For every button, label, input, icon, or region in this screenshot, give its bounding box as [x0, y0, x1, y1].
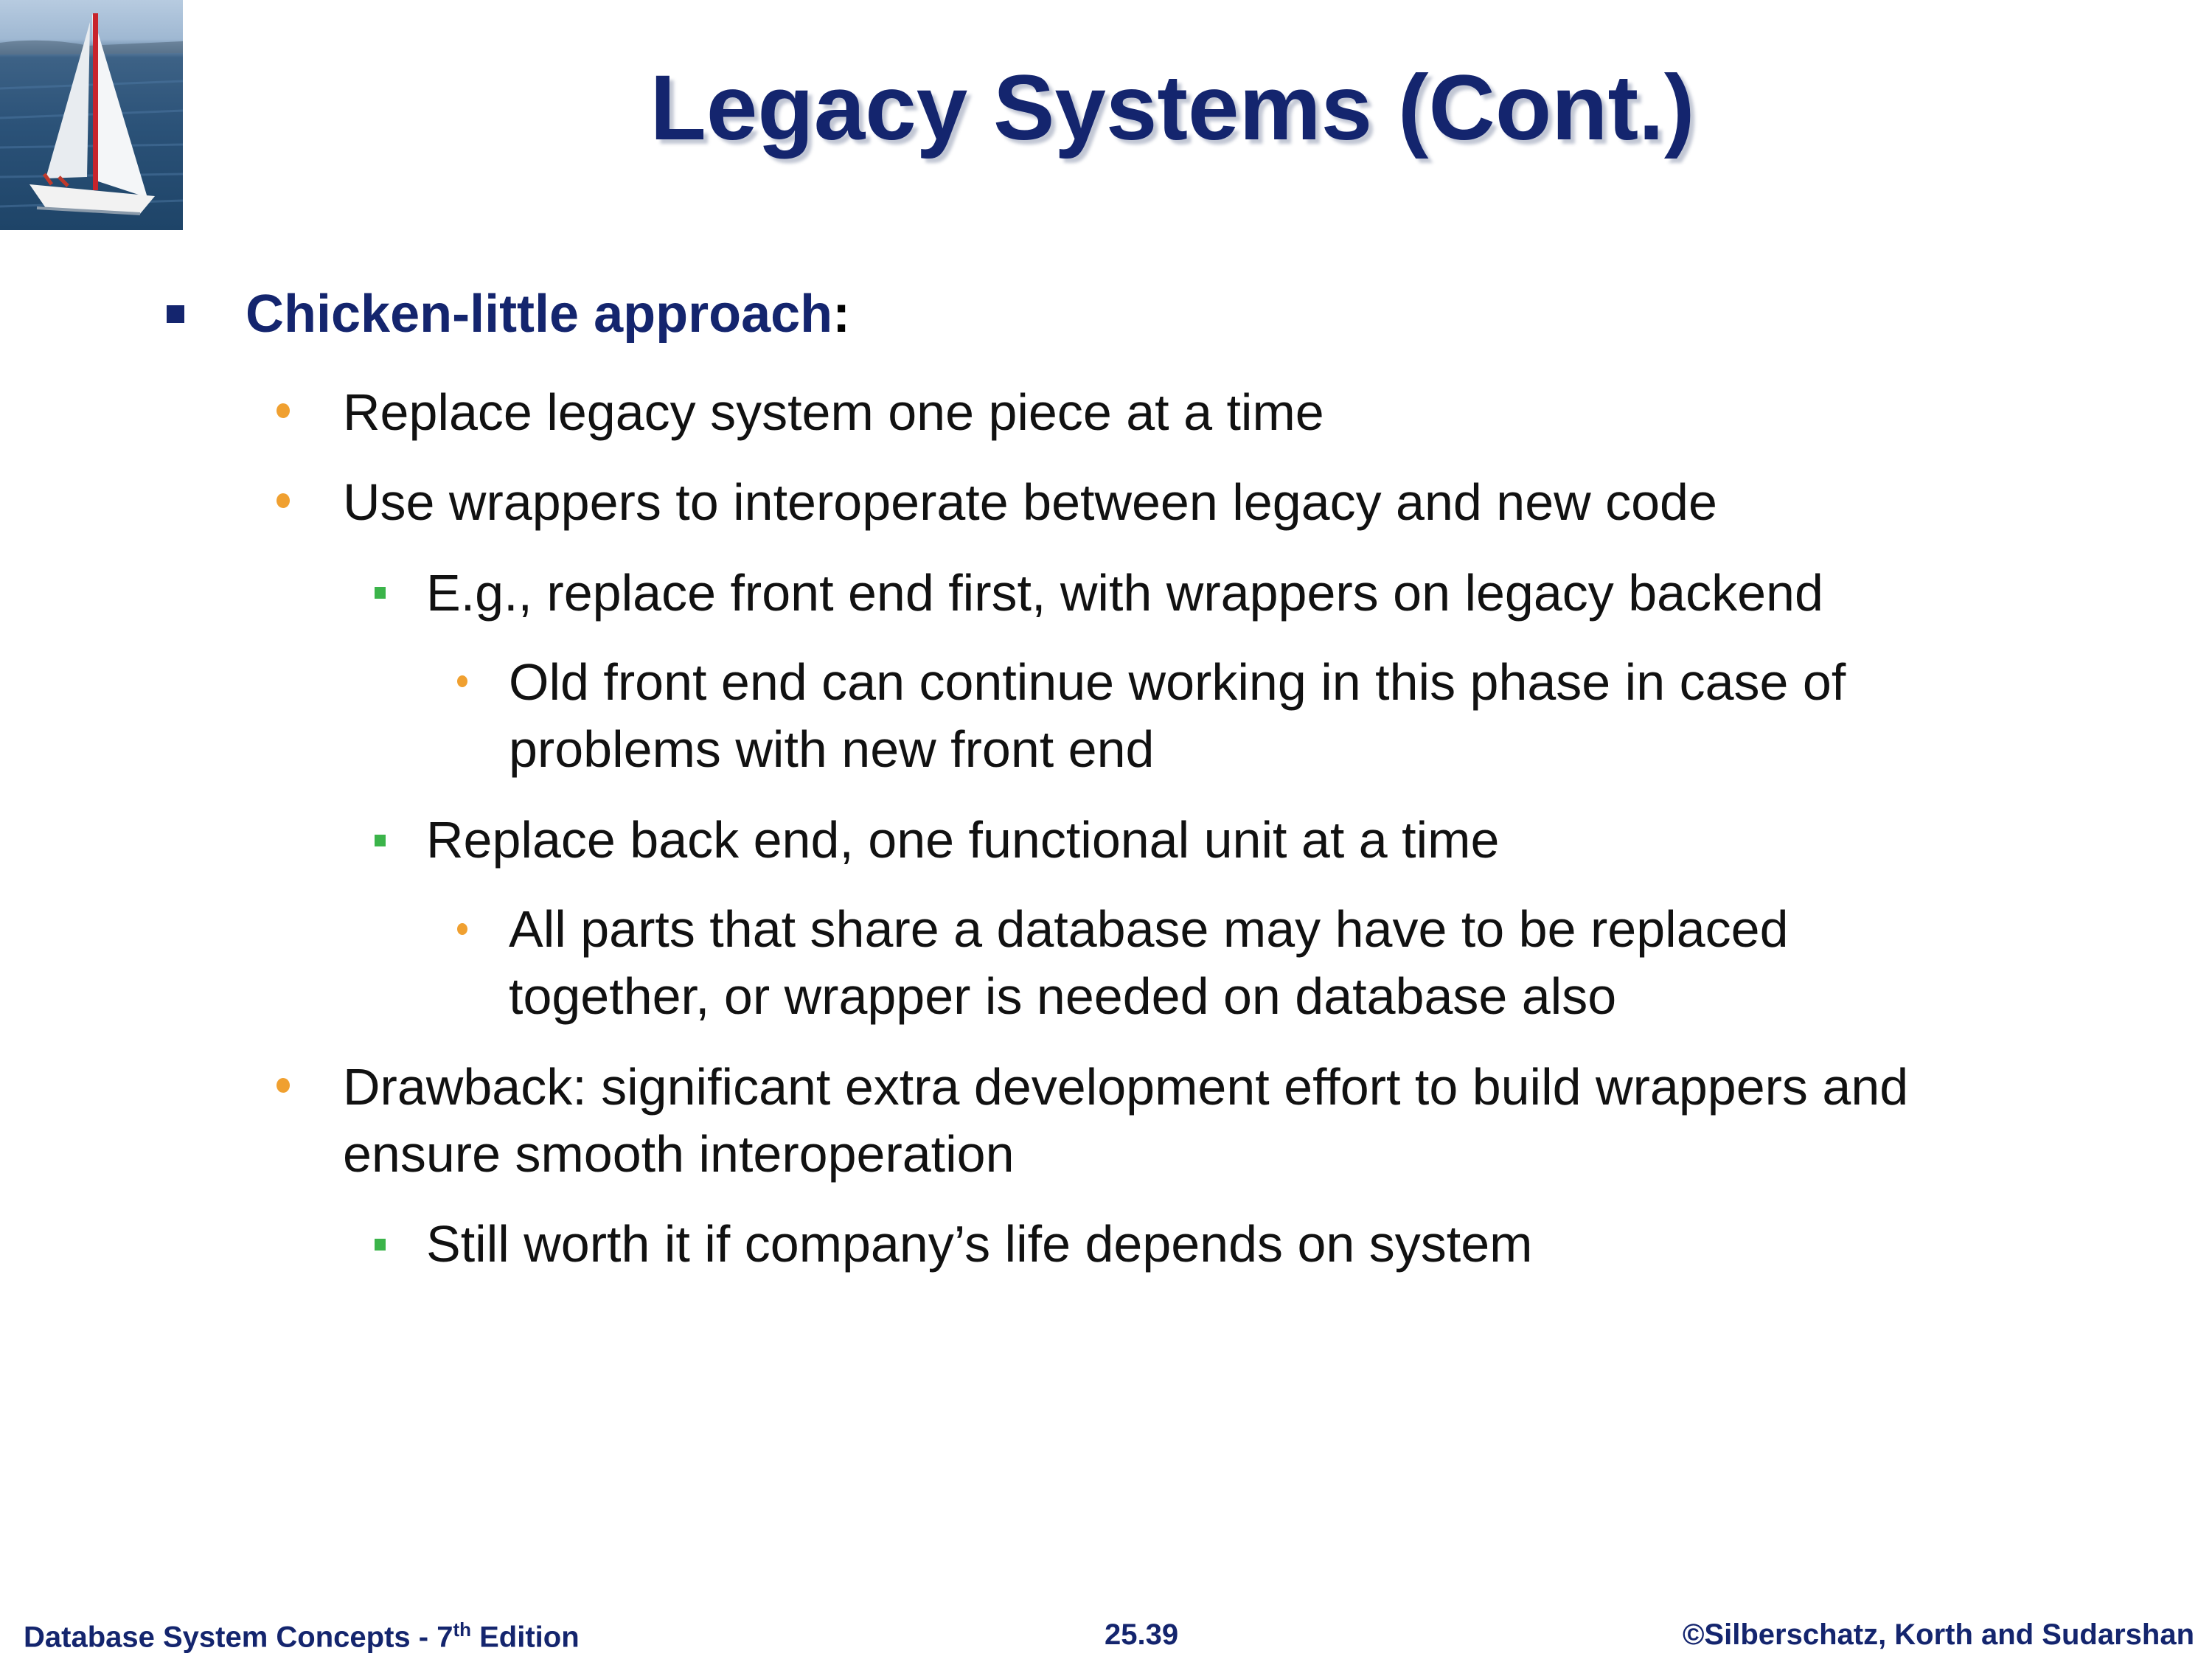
square-bullet-icon	[167, 305, 184, 323]
sailboat-icon	[0, 13, 183, 215]
orange-bullet-icon	[276, 1078, 290, 1093]
heading-bullet: Chicken-little approach:	[246, 284, 850, 344]
footer-left: Database System Concepts - 7th Edition	[24, 1618, 580, 1654]
heading-colon: :	[832, 285, 851, 344]
bullet-text: E.g., replace front end first, with wrap…	[426, 564, 1823, 622]
bullet-text-line1: Drawback: significant extra development …	[343, 1058, 1909, 1116]
bullet-text: Replace back end, one functional unit at…	[426, 811, 1500, 869]
footer-copyright: ©Silberschatz, Korth and Sudarshan	[1682, 1618, 2194, 1651]
footer-superscript: th	[453, 1618, 471, 1641]
bullet-text-line2: problems with new front end	[509, 720, 1155, 778]
orange-bullet-icon	[457, 923, 467, 935]
bullet-text-line2: together, or wrapper is needed on databa…	[509, 967, 1617, 1025]
sailboat-logo	[0, 0, 183, 230]
bullet-text: Replace legacy system one piece at a tim…	[343, 383, 1324, 441]
orange-bullet-icon	[276, 403, 290, 418]
green-bullet-icon	[375, 835, 386, 846]
slide-title: Legacy Systems (Cont.)	[650, 57, 1695, 159]
heading-text: Chicken-little approach	[246, 285, 833, 344]
bullet-text-line2: ensure smooth interoperation	[343, 1125, 1015, 1183]
green-bullet-icon	[375, 587, 386, 599]
bullet-text: Use wrappers to interoperate between leg…	[343, 473, 1717, 531]
bullet-text: Still worth it if company’s life depends…	[426, 1215, 1533, 1273]
footer-edition: Edition	[471, 1621, 580, 1654]
orange-bullet-icon	[276, 493, 290, 508]
bullet-text-line1: Old front end can continue working in th…	[509, 653, 1846, 711]
page-number: 25.39	[1105, 1618, 1179, 1651]
orange-bullet-icon	[457, 675, 467, 687]
green-bullet-icon	[375, 1239, 386, 1251]
footer-book-title: Database System Concepts - 7	[24, 1621, 453, 1654]
bullet-text-line1: All parts that share a database may have…	[509, 900, 1789, 958]
